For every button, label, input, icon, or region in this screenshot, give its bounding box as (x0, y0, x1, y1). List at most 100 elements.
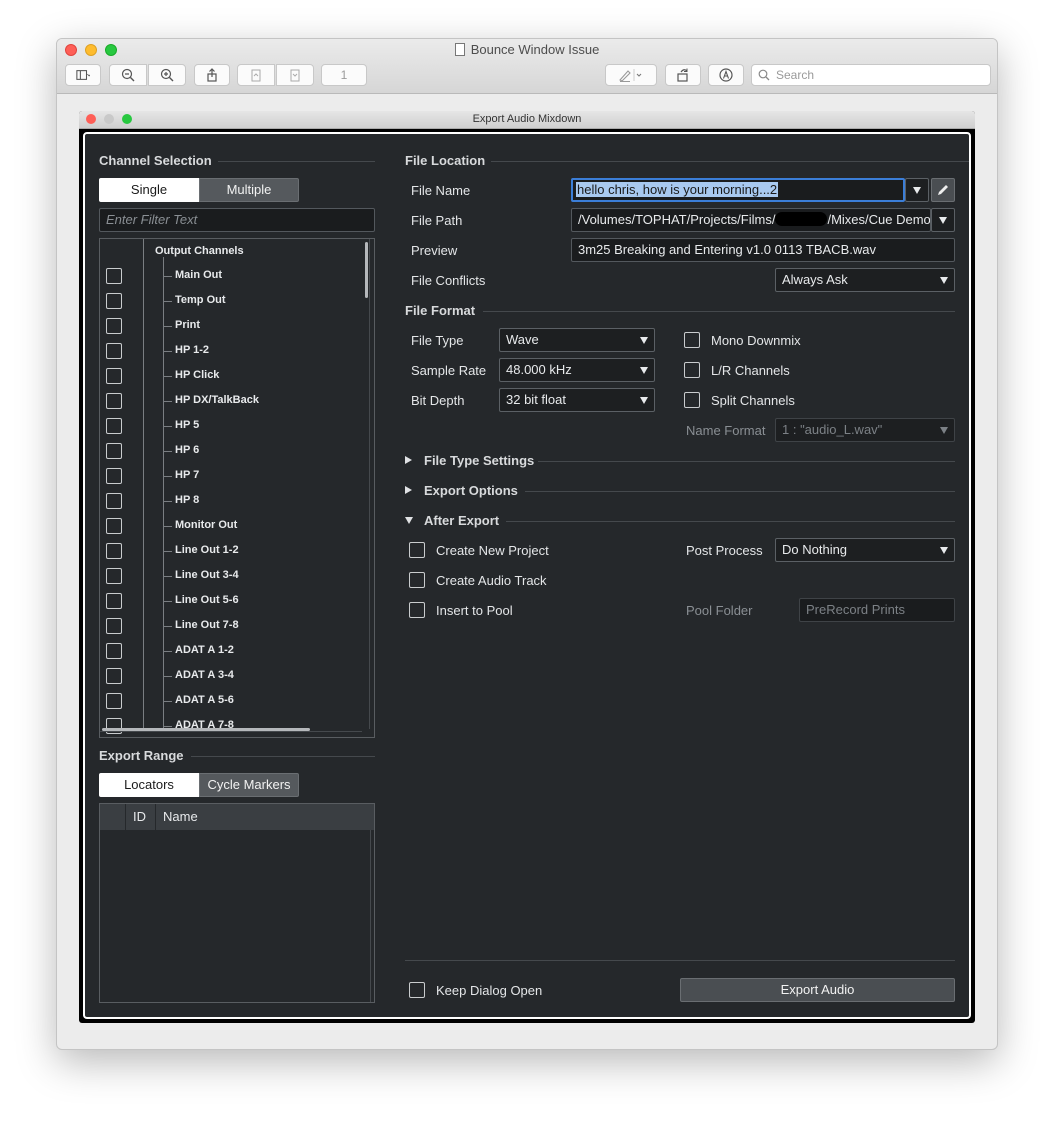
channel-checkbox[interactable] (106, 343, 122, 359)
file-type-settings-toggle[interactable]: File Type Settings (424, 453, 534, 468)
export-options-toggle[interactable]: Export Options (424, 483, 518, 498)
channel-checkbox[interactable] (106, 368, 122, 384)
keep-dialog-open-label: Keep Dialog Open (436, 983, 543, 998)
bit-depth-dropdown[interactable]: 32 bit float (499, 388, 655, 412)
channel-checkbox[interactable] (106, 393, 122, 409)
channel-row[interactable]: ADAT A 5-6 (100, 689, 362, 714)
channel-row[interactable]: Line Out 5-6 (100, 589, 362, 614)
share-button[interactable] (194, 64, 230, 86)
export-audio-button[interactable]: Export Audio (680, 978, 955, 1002)
zoom-out-button[interactable] (109, 64, 147, 86)
channel-filter-input[interactable]: Enter Filter Text (99, 208, 375, 232)
channel-checkbox[interactable] (106, 493, 122, 509)
after-export-toggle[interactable]: After Export (424, 513, 499, 528)
channel-row[interactable]: Line Out 3-4 (100, 564, 362, 589)
file-type-dropdown[interactable]: Wave (499, 328, 655, 352)
channel-label: ADAT A 1-2 (175, 644, 234, 656)
file-conflicts-dropdown[interactable]: Always Ask (775, 268, 955, 292)
channel-checkbox[interactable] (106, 593, 122, 609)
markup-icon (719, 68, 733, 82)
expand-file-type-settings-icon[interactable] (405, 456, 412, 464)
page-up-icon (251, 69, 261, 82)
channel-checkbox[interactable] (106, 568, 122, 584)
name-format-dropdown[interactable]: 1 : "audio_L.wav" (775, 418, 955, 442)
file-name-history-dropdown[interactable] (905, 178, 929, 202)
export-range-title: Export Range (99, 748, 184, 763)
column-name[interactable]: Name (163, 804, 198, 830)
channel-row[interactable]: HP 8 (100, 489, 362, 514)
channel-checkbox[interactable] (106, 318, 122, 334)
channel-row[interactable]: ADAT A 7-8 (100, 714, 362, 737)
next-page-button[interactable] (276, 64, 314, 86)
channel-row[interactable]: HP DX/TalkBack (100, 389, 362, 414)
channel-checkbox[interactable] (106, 618, 122, 634)
zoom-in-button[interactable] (148, 64, 186, 86)
channel-checkbox[interactable] (106, 543, 122, 559)
create-audio-track-checkbox[interactable] (409, 572, 425, 588)
channel-checkbox[interactable] (106, 668, 122, 684)
file-path-input[interactable]: /Volumes/TOPHAT/Projects/Films//Mixes/Cu… (571, 208, 931, 232)
section-divider (483, 311, 955, 312)
channel-checkbox[interactable] (106, 268, 122, 284)
tree-line (164, 526, 172, 527)
tree-line (164, 601, 172, 602)
dialog-close-button[interactable] (86, 114, 96, 124)
channel-row[interactable]: HP 1-2 (100, 339, 362, 364)
channel-checkbox[interactable] (106, 518, 122, 534)
lr-channels-checkbox[interactable] (684, 362, 700, 378)
collapse-after-export-icon[interactable] (405, 517, 413, 524)
channel-row[interactable]: ADAT A 3-4 (100, 664, 362, 689)
page-number-field[interactable]: 1 (321, 64, 367, 86)
export-range-table[interactable]: ID Name (99, 803, 375, 1003)
file-path-dropdown[interactable] (931, 208, 955, 232)
column-id[interactable]: ID (133, 804, 146, 830)
file-format-title: File Format (405, 303, 476, 318)
channel-list[interactable]: Output Channels Main Out Temp Out Print HP … (99, 238, 375, 738)
sidebar-toggle-button[interactable] (65, 64, 101, 86)
channel-row[interactable]: ADAT A 1-2 (100, 639, 362, 664)
channel-row[interactable]: HP 7 (100, 464, 362, 489)
horizontal-scrollbar[interactable] (102, 728, 310, 731)
channel-row[interactable]: Main Out (100, 264, 362, 289)
channel-row[interactable]: Temp Out (100, 289, 362, 314)
channel-checkbox[interactable] (106, 443, 122, 459)
pool-folder-input[interactable]: PreRecord Prints (799, 598, 955, 622)
channel-row[interactable]: Line Out 7-8 (100, 614, 362, 639)
search-input[interactable]: Search (751, 64, 991, 86)
channel-checkbox[interactable] (106, 643, 122, 659)
mono-downmix-checkbox[interactable] (684, 332, 700, 348)
tree-line (164, 651, 172, 652)
tab-locators[interactable]: Locators (99, 773, 199, 797)
channel-row[interactable]: HP Click (100, 364, 362, 389)
insert-to-pool-checkbox[interactable] (409, 602, 425, 618)
channel-row[interactable]: Line Out 1-2 (100, 539, 362, 564)
channel-row[interactable]: Monitor Out (100, 514, 362, 539)
tab-multiple[interactable]: Multiple (199, 178, 299, 202)
markup-toolbar-button[interactable] (708, 64, 744, 86)
output-channels-group[interactable]: Output Channels (155, 245, 244, 257)
sample-rate-dropdown[interactable]: 48.000 kHz (499, 358, 655, 382)
channel-row[interactable]: Print (100, 314, 362, 339)
rotate-button[interactable] (665, 64, 701, 86)
vertical-scrollbar[interactable] (365, 242, 368, 298)
expand-export-options-icon[interactable] (405, 486, 412, 494)
channel-checkbox[interactable] (106, 293, 122, 309)
file-name-input[interactable]: hello chris, how is your morning...2 (571, 178, 905, 202)
markup-pen-button[interactable] (605, 64, 657, 86)
channel-checkbox[interactable] (106, 693, 122, 709)
keep-dialog-open-checkbox[interactable] (409, 982, 425, 998)
edit-file-name-button[interactable] (931, 178, 955, 202)
previous-page-button[interactable] (237, 64, 275, 86)
channel-label: Line Out 7-8 (175, 619, 239, 631)
channel-row[interactable]: HP 6 (100, 439, 362, 464)
create-new-project-checkbox[interactable] (409, 542, 425, 558)
post-process-dropdown[interactable]: Do Nothing (775, 538, 955, 562)
dialog-zoom-button[interactable] (122, 114, 132, 124)
channel-row[interactable]: HP 5 (100, 414, 362, 439)
dialog-minimize-button[interactable] (104, 114, 114, 124)
channel-checkbox[interactable] (106, 468, 122, 484)
channel-checkbox[interactable] (106, 418, 122, 434)
split-channels-checkbox[interactable] (684, 392, 700, 408)
tab-single[interactable]: Single (99, 178, 199, 202)
tab-cycle-markers[interactable]: Cycle Markers (199, 773, 299, 797)
